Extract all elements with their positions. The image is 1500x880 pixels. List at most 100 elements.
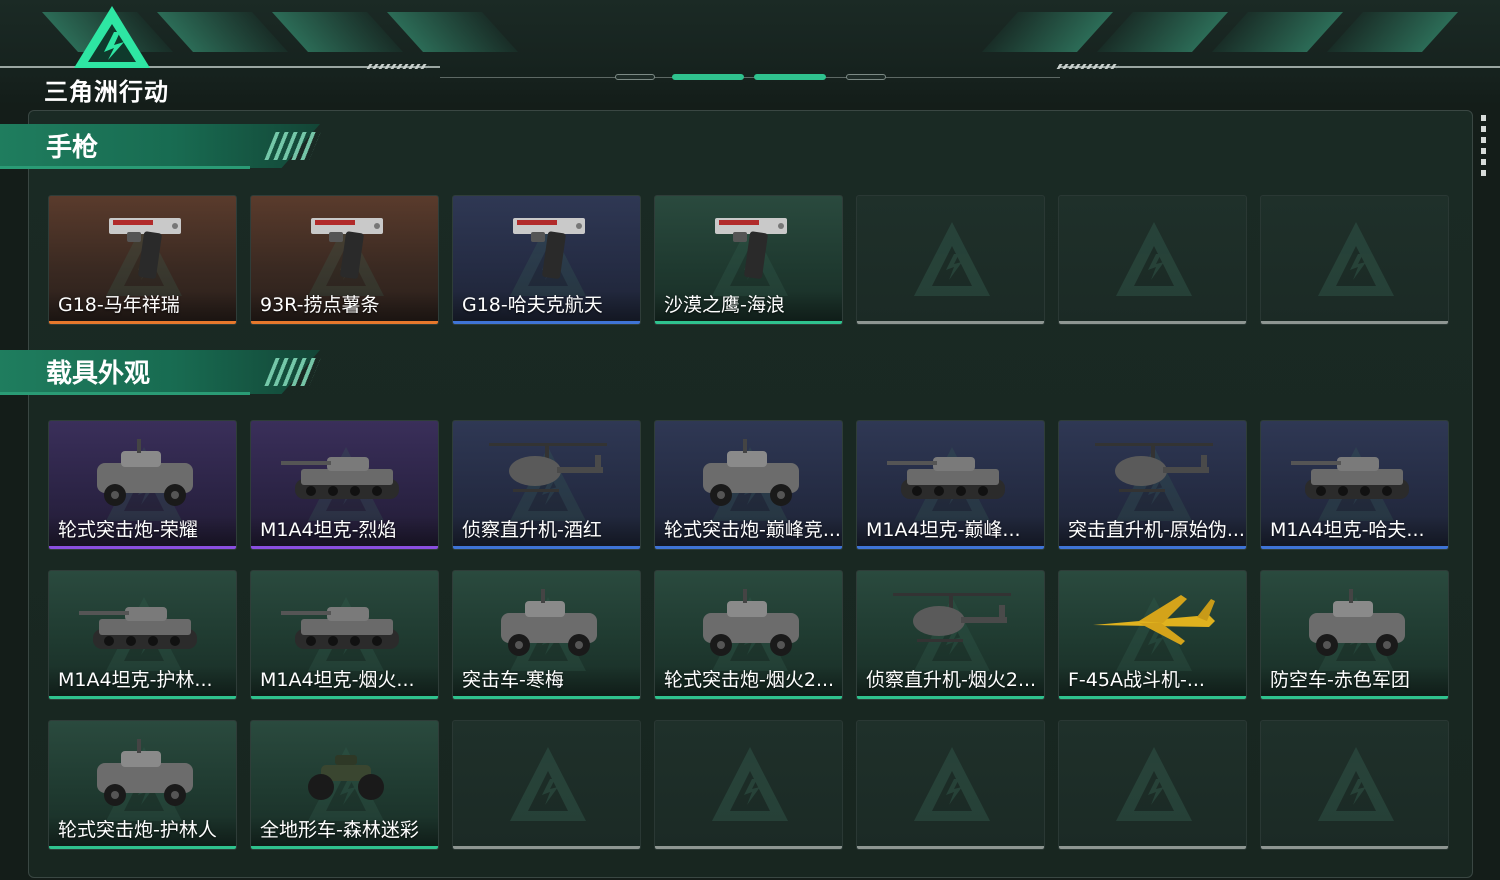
rarity-bar: [251, 696, 438, 699]
rarity-bar: [49, 696, 236, 699]
item-name: 突击直升机-原始伪...: [1068, 519, 1245, 541]
item-name: 轮式突击炮-荣耀: [58, 519, 198, 541]
rarity-bar: [857, 546, 1044, 549]
item-card[interactable]: 侦察直升机-酒红: [452, 420, 641, 550]
header-stripe: [981, 12, 1114, 52]
empty-item-slot: [1260, 720, 1449, 850]
item-card[interactable]: M1A4坦克-护林...: [48, 570, 237, 700]
delta-watermark-icon: [1318, 747, 1394, 821]
item-name: 突击车-寒梅: [462, 669, 564, 691]
header-indicator-active: [672, 74, 744, 80]
header-line: [1060, 66, 1500, 68]
header-ticks: [1056, 64, 1120, 69]
item-card[interactable]: 防空车-赤色军团: [1260, 570, 1449, 700]
item-card[interactable]: G18-哈夫克航天: [452, 195, 641, 325]
rarity-bar: [857, 696, 1044, 699]
rarity-bar: [1261, 696, 1448, 699]
helicopter-icon: [893, 593, 1011, 642]
empty-item-slot: [1058, 720, 1247, 850]
atv-icon: [308, 755, 384, 800]
pistol-icon: [311, 218, 383, 279]
empty-item-slot: [654, 720, 843, 850]
rarity-bar: [857, 846, 1044, 849]
rarity-bar: [655, 846, 842, 849]
rarity-bar: [655, 696, 842, 699]
rarity-bar: [1059, 546, 1246, 549]
item-name: M1A4坦克-烈焰: [260, 519, 397, 541]
rarity-bar: [453, 321, 640, 324]
section-header-edge: [0, 392, 250, 395]
rarity-bar: [1261, 321, 1448, 324]
empty-item-slot: [452, 720, 641, 850]
item-name: 轮式突击炮-烟火2...: [664, 669, 835, 691]
delta-watermark-icon: [1116, 222, 1192, 296]
header-ticks: [366, 64, 430, 69]
item-card[interactable]: 轮式突击炮-烟火2...: [654, 570, 843, 700]
item-card[interactable]: M1A4坦克-烈焰: [250, 420, 439, 550]
section-title: 手枪: [46, 133, 99, 163]
header-stripe: [1211, 12, 1344, 52]
rarity-bar: [49, 321, 236, 324]
rarity-bar: [655, 546, 842, 549]
empty-item-slot: [1260, 195, 1449, 325]
header-indicator: [615, 74, 655, 80]
section-header-vehicles: 载具外观: [0, 344, 340, 400]
section-header-pistols: 手枪: [0, 118, 340, 174]
rarity-bar: [857, 321, 1044, 324]
item-card[interactable]: 突击直升机-原始伪...: [1058, 420, 1247, 550]
game-logo-text: 三角洲行动: [44, 78, 169, 106]
jet-icon: [1093, 595, 1215, 645]
item-name: 93R-捞点薯条: [260, 294, 380, 316]
item-card[interactable]: F-45A战斗机-...: [1058, 570, 1247, 700]
header-line: [440, 77, 1060, 78]
item-card[interactable]: M1A4坦克-哈夫...: [1260, 420, 1449, 550]
rarity-bar: [453, 546, 640, 549]
tank-icon: [281, 457, 399, 499]
item-name: M1A4坦克-巅峰...: [866, 519, 1021, 541]
tank-icon: [79, 607, 197, 649]
item-card[interactable]: 突击车-寒梅: [452, 570, 641, 700]
rarity-bar: [453, 846, 640, 849]
rarity-bar: [49, 846, 236, 849]
armored-car-icon: [703, 439, 799, 506]
rarity-bar: [1261, 546, 1448, 549]
item-name: 防空车-赤色军团: [1270, 669, 1410, 691]
section-header-slashes: [264, 358, 321, 386]
header-indicator-active: [754, 74, 826, 80]
item-card[interactable]: M1A4坦克-巅峰...: [856, 420, 1045, 550]
item-card[interactable]: 轮式突击炮-荣耀: [48, 420, 237, 550]
item-card[interactable]: 轮式突击炮-护林人: [48, 720, 237, 850]
delta-watermark-icon: [712, 747, 788, 821]
rarity-bar: [49, 546, 236, 549]
delta-watermark-icon: [914, 747, 990, 821]
item-name: 轮式突击炮-护林人: [58, 819, 217, 841]
item-card[interactable]: M1A4坦克-烟火...: [250, 570, 439, 700]
delta-watermark-icon: [510, 747, 586, 821]
item-card[interactable]: 93R-捞点薯条: [250, 195, 439, 325]
helicopter-icon: [1095, 443, 1213, 492]
item-card[interactable]: 轮式突击炮-巅峰竞...: [654, 420, 843, 550]
delta-watermark-icon: [914, 222, 990, 296]
item-card[interactable]: 全地形车-森林迷彩: [250, 720, 439, 850]
item-name: 沙漠之鹰-海浪: [664, 294, 785, 316]
item-name: 侦察直升机-酒红: [462, 519, 602, 541]
pistol-icon: [715, 218, 787, 279]
armored-car-icon: [97, 739, 193, 806]
rarity-bar: [1059, 696, 1246, 699]
item-name: G18-马年祥瑞: [58, 294, 180, 316]
delta-watermark-icon: [1116, 747, 1192, 821]
item-name: 轮式突击炮-巅峰竞...: [664, 519, 841, 541]
rarity-bar: [1261, 846, 1448, 849]
item-name: M1A4坦克-哈夫...: [1270, 519, 1425, 541]
item-name: M1A4坦克-烟火...: [260, 669, 415, 691]
item-card[interactable]: G18-马年祥瑞: [48, 195, 237, 325]
item-card[interactable]: 沙漠之鹰-海浪: [654, 195, 843, 325]
section-header-edge: [0, 166, 250, 169]
rarity-bar: [655, 321, 842, 324]
tank-icon: [1291, 457, 1409, 499]
item-card[interactable]: 侦察直升机-烟火2...: [856, 570, 1045, 700]
rarity-bar: [251, 846, 438, 849]
rarity-bar: [251, 546, 438, 549]
scrollbar-indicator[interactable]: [1481, 115, 1486, 180]
helicopter-icon: [489, 443, 607, 492]
